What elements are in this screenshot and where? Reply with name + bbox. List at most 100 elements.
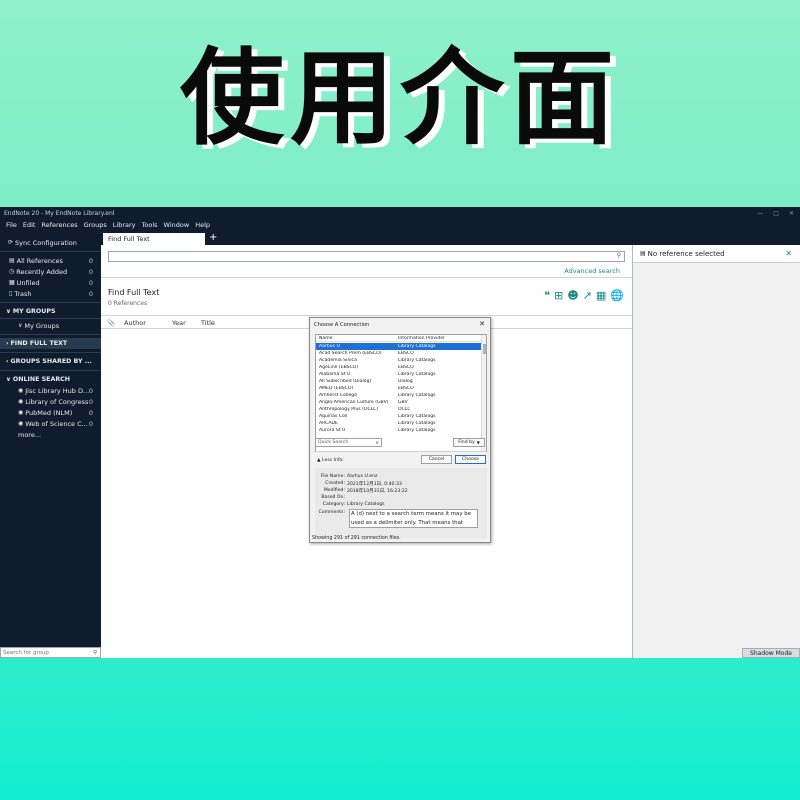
- less-info-toggle[interactable]: ▲ Less Info:: [317, 458, 344, 463]
- tab-bar: Find Full Text +: [101, 231, 800, 245]
- menu-window[interactable]: Window: [164, 221, 190, 229]
- advanced-search-link[interactable]: Advanced search: [564, 267, 620, 275]
- close-icon[interactable]: ✕: [479, 320, 485, 328]
- maximize-icon[interactable]: □: [773, 210, 779, 217]
- list-item[interactable]: Aarhus U Library Catalogs: [316, 343, 486, 350]
- list-item[interactable]: Amherst College Library Catalogs: [316, 392, 486, 399]
- sidebar-item-my-groups[interactable]: ∨ My Groups: [0, 320, 101, 331]
- info-file-name: File Name: Aarhus U.enz: [320, 474, 378, 479]
- window-title: EndNote 20 - My EndNote Library.enl: [4, 209, 115, 217]
- library-search-input[interactable]: ⚲: [108, 251, 625, 262]
- close-icon[interactable]: ✕: [785, 249, 792, 258]
- online-search-header[interactable]: ∨ ONLINE SEARCH: [0, 374, 101, 385]
- menu-help[interactable]: Help: [195, 221, 210, 229]
- scrollbar-thumb[interactable]: [483, 344, 486, 354]
- pdf-icon[interactable]: ▦: [596, 289, 606, 302]
- minimize-icon[interactable]: —: [757, 210, 763, 217]
- chevron-down-icon: ∨: [375, 439, 379, 446]
- group-search-input[interactable]: Search for group ⚲: [0, 647, 101, 658]
- sidebar-item-unfiled[interactable]: ▦ Unfiled 0: [0, 277, 101, 288]
- chevron-down-icon: ∨: [6, 308, 11, 315]
- menu-edit[interactable]: Edit: [23, 221, 36, 229]
- find-full-text-header[interactable]: › FIND FULL TEXT: [0, 338, 101, 349]
- list-item[interactable]: AgeLine (EBSCO) EBSCO: [316, 364, 486, 371]
- cancel-button[interactable]: Cancel: [421, 455, 452, 464]
- document-icon: ▤: [640, 250, 646, 257]
- chevron-right-icon: ›: [6, 358, 9, 365]
- folder-icon: ▦: [9, 279, 15, 286]
- insert-citation-icon[interactable]: ❝: [544, 289, 550, 302]
- divider: [0, 251, 101, 252]
- menu-library[interactable]: Library: [113, 221, 136, 229]
- attachment-icon[interactable]: 📎: [107, 319, 115, 327]
- column-title[interactable]: Title: [201, 319, 215, 327]
- choose-connection-dialog: Choose A Connection ✕ Name Information P…: [309, 317, 491, 543]
- share-icon[interactable]: ↗: [583, 289, 592, 302]
- column-provider[interactable]: Information Provider: [398, 336, 478, 341]
- info-modified: Modified: 2018年10月31日, 16:23:22: [323, 488, 408, 494]
- column-author[interactable]: Author: [124, 319, 146, 327]
- list-item[interactable]: Aquinas Coll Library Catalogs: [316, 413, 486, 420]
- connection-list[interactable]: Name Information Provider Aarhus U Librar…: [315, 334, 487, 452]
- divider: [0, 302, 101, 303]
- sidebar-item-trash[interactable]: ▯ Trash 0: [0, 288, 101, 299]
- globe-icon: ◉: [18, 387, 24, 394]
- sidebar-item-recently-added[interactable]: ◷ Recently Added 0: [0, 266, 101, 277]
- menu-groups[interactable]: Groups: [84, 221, 107, 229]
- chevron-down-icon: ∨: [6, 376, 11, 383]
- online-search-icon[interactable]: 🌐: [610, 289, 624, 302]
- list-item[interactable]: Academia Sinica Library Catalogs: [316, 357, 486, 364]
- new-reference-icon[interactable]: ⊞: [554, 289, 563, 302]
- globe-icon: ◉: [18, 420, 24, 427]
- library-icon: ▤: [9, 257, 15, 264]
- list-item[interactable]: Aurora St U Library Catalogs: [316, 427, 486, 434]
- close-window-icon[interactable]: ✕: [789, 210, 794, 217]
- divider: [101, 277, 632, 278]
- my-groups-header[interactable]: ∨ MY GROUPS: [0, 306, 101, 317]
- tab-find-full-text[interactable]: Find Full Text: [103, 233, 205, 245]
- info-based-on: Based On:: [321, 495, 345, 500]
- info-category: Category: Library Catalogs: [322, 502, 385, 507]
- add-user-icon[interactable]: ☻: [567, 289, 578, 302]
- list-item[interactable]: Anglo-American Culture (GBV) GBV: [316, 399, 486, 406]
- comments-field[interactable]: A (d) next to a search term means it may…: [349, 509, 478, 528]
- shadow-mode-button[interactable]: Shadow Mode: [742, 648, 800, 658]
- sidebar-item-jisc[interactable]: ◉ Jisc Library Hub D... 0: [0, 385, 101, 396]
- list-item[interactable]: ARCADE Library Catalogs: [316, 420, 486, 427]
- menu-file[interactable]: File: [6, 221, 17, 229]
- list-item[interactable]: Anthropology Plus (OCLC) OCLC: [316, 406, 486, 413]
- scrollbar[interactable]: [481, 335, 486, 451]
- sidebar-item-web-of-science[interactable]: ◉ Web of Science C... 0: [0, 418, 101, 429]
- list-item[interactable]: All Subscribed (Dialog) Dialog: [316, 378, 486, 385]
- choose-button[interactable]: Choose: [455, 455, 486, 464]
- count: 0: [88, 386, 93, 395]
- globe-icon: ◉: [18, 398, 24, 405]
- clock-icon: ◷: [9, 268, 15, 275]
- column-name[interactable]: Name: [316, 336, 398, 341]
- list-item[interactable]: AMED (EBSCO) EBSCO: [316, 385, 486, 392]
- sidebar-item-pubmed[interactable]: ◉ PubMed (NLM) 0: [0, 407, 101, 418]
- sidebar-item-library-of-congress[interactable]: ◉ Library of Congress 0: [0, 396, 101, 407]
- quick-search-input[interactable]: Quick Search ∨: [315, 438, 382, 447]
- search-icon[interactable]: ⚲: [617, 252, 621, 259]
- list-item[interactable]: Alabama St U Library Catalogs: [316, 371, 486, 378]
- reference-panel: ▤ No reference selected ✕ Shadow Mode: [632, 245, 800, 658]
- banner: 使用介面: [0, 0, 800, 207]
- list-item[interactable]: Acad Search Prem (EBSCO) EBSCO: [316, 350, 486, 357]
- menu-references[interactable]: References: [41, 221, 77, 229]
- find-by-button[interactable]: Find by ▼: [453, 438, 485, 447]
- sync-configuration[interactable]: ⟳ Sync Configuration: [0, 237, 101, 248]
- count: 0: [88, 289, 93, 298]
- groups-shared-header[interactable]: › GROUPS SHARED BY ...: [0, 356, 101, 367]
- status-text: Showing 291 of 291 connection files.: [312, 536, 401, 541]
- sidebar-item-all-references[interactable]: ▤ All References 0: [0, 255, 101, 266]
- trash-icon: ▯: [9, 290, 13, 297]
- banner-title: 使用介面: [179, 37, 620, 159]
- count: 0: [88, 408, 93, 417]
- sidebar-more-link[interactable]: more...: [0, 429, 101, 440]
- menu-tools[interactable]: Tools: [142, 221, 158, 229]
- info-created: Created: 2021年12月1日, 0:40:33: [325, 481, 402, 487]
- column-year[interactable]: Year: [172, 319, 186, 327]
- divider: [0, 370, 101, 371]
- add-tab-icon[interactable]: +: [209, 232, 217, 243]
